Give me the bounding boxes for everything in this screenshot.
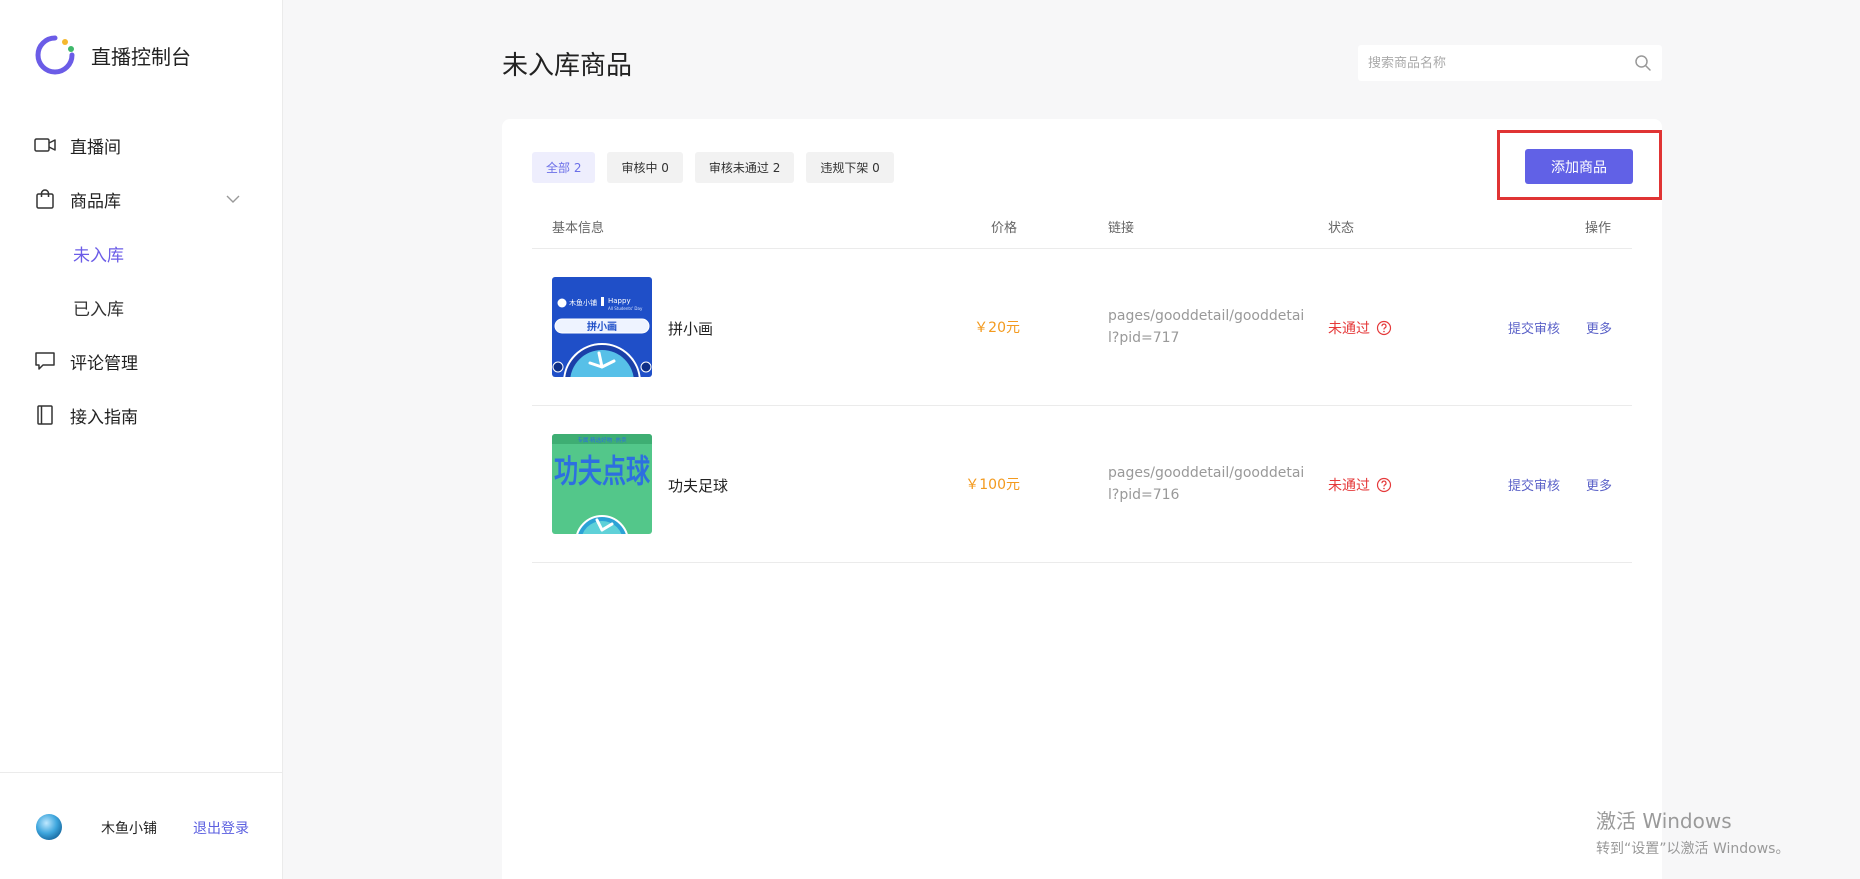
book-icon — [34, 404, 56, 426]
watermark-line-1: 激活 Windows — [1596, 809, 1732, 833]
product-thumbnail[interactable]: 木鱼小铺 Happy All Students' Day 拼小画 — [552, 277, 652, 377]
logout-link[interactable]: 退出登录 — [193, 818, 249, 838]
product-thumbnail[interactable]: 专属·精选好物 ·热卖 功夫点球 — [552, 434, 652, 534]
header-status: 状态 — [1328, 221, 1355, 236]
header-ops: 操作 — [1585, 221, 1612, 236]
product-link: pages/gooddetail/gooddetail?pid=716 — [1108, 465, 1305, 503]
header-link: 链接 — [1108, 221, 1135, 236]
sidebar-item-label: 直播间 — [70, 137, 121, 158]
header-price: 价格 — [991, 221, 1018, 236]
table-header: 基本信息 价格 链接 状态 操作 — [532, 199, 1632, 249]
sidebar-item-label: 商品库 — [70, 191, 121, 212]
product-image-1: 木鱼小铺 Happy All Students' Day 拼小画 — [552, 277, 652, 377]
more-link[interactable]: 更多 — [1586, 318, 1612, 337]
product-link: pages/gooddetail/gooddetail?pid=717 — [1108, 308, 1305, 346]
table-row: 专属·精选好物 ·热卖 功夫点球 功夫足球 ￥100元 pages/goodde… — [532, 406, 1632, 563]
status-text: 未通过 — [1328, 478, 1370, 494]
sidebar-item-guide[interactable]: 接入指南 — [0, 388, 283, 442]
brand-logo-icon — [35, 35, 75, 75]
sidebar-footer: 木鱼小铺 退出登录 — [0, 772, 283, 879]
product-name: 拼小画 — [668, 320, 714, 338]
sidebar-nav: 直播间 商品库 未入库 已入库 评论管理 接入指南 — [0, 118, 283, 442]
video-camera-icon — [34, 134, 56, 156]
thumb-top: 专属·精选好物 ·热卖 — [577, 436, 627, 444]
search-box — [1358, 45, 1662, 81]
question-circle-icon[interactable] — [1376, 320, 1392, 336]
search-icon[interactable] — [1634, 54, 1652, 72]
sidebar-item-product-lib[interactable]: 商品库 — [0, 172, 283, 226]
windows-activation-watermark: 激活 Windows 转到“设置”以激活 Windows。 — [1596, 805, 1789, 858]
thumb-day: All Students' Day — [608, 306, 643, 311]
status-text: 未通过 — [1328, 321, 1370, 337]
thumb-title: 拼小画 — [587, 320, 617, 333]
avatar[interactable] — [36, 814, 62, 840]
sidebar-item-live-room[interactable]: 直播间 — [0, 118, 283, 172]
filter-removed[interactable]: 违规下架 0 — [806, 152, 894, 183]
filter-rejected[interactable]: 审核未通过 2 — [694, 152, 795, 183]
sidebar-subitem-stored[interactable]: 已入库 — [0, 280, 283, 334]
sidebar-item-label: 评论管理 — [70, 353, 138, 374]
sidebar-subitem-not-stored[interactable]: 未入库 — [0, 226, 283, 280]
product-status: 未通过 — [1328, 475, 1392, 495]
thumb-brand: 木鱼小铺 — [569, 298, 597, 307]
thumb-title: 功夫点球 — [554, 452, 651, 490]
sidebar-item-label: 接入指南 — [70, 407, 138, 428]
chevron-down-icon[interactable] — [225, 191, 241, 207]
submit-review-link[interactable]: 提交审核 — [1508, 318, 1560, 337]
product-price: ￥20元 — [974, 320, 1020, 336]
product-status: 未通过 — [1328, 318, 1392, 338]
brand-title: 直播控制台 — [91, 44, 191, 69]
product-card: 全部 2 审核中 0 审核未通过 2 违规下架 0 添加商品 基本信息 价格 链… — [502, 119, 1662, 879]
filter-reviewing[interactable]: 审核中 0 — [607, 152, 683, 183]
shopping-bag-icon — [34, 188, 56, 210]
filter-all[interactable]: 全部 2 — [532, 152, 596, 183]
product-price: ￥100元 — [965, 477, 1020, 493]
sidebar: 直播控制台 直播间 商品库 未入库 已入库 评论管理 接入指南 木鱼小铺 退出登… — [0, 0, 283, 879]
search-input[interactable] — [1368, 55, 1618, 71]
thumb-happy: Happy — [608, 297, 631, 305]
table-row: 木鱼小铺 Happy All Students' Day 拼小画 拼小画 ￥20… — [532, 249, 1632, 406]
header-basic-info: 基本信息 — [552, 221, 605, 236]
watermark-line-2: 转到“设置”以激活 Windows。 — [1596, 841, 1790, 857]
question-circle-icon[interactable] — [1376, 477, 1392, 493]
brand[interactable]: 直播控制台 — [34, 34, 191, 76]
product-name: 功夫足球 — [668, 477, 729, 495]
product-image-2: 专属·精选好物 ·热卖 功夫点球 — [552, 434, 652, 534]
sidebar-item-comments[interactable]: 评论管理 — [0, 334, 283, 388]
submit-review-link[interactable]: 提交审核 — [1508, 475, 1560, 494]
filter-tabs: 全部 2 审核中 0 审核未通过 2 违规下架 0 — [532, 152, 894, 183]
user-name: 木鱼小铺 — [101, 821, 157, 837]
add-product-button[interactable]: 添加商品 — [1525, 149, 1633, 184]
page-title: 未入库商品 — [502, 51, 633, 81]
comment-icon — [34, 350, 56, 372]
more-link[interactable]: 更多 — [1586, 475, 1612, 494]
